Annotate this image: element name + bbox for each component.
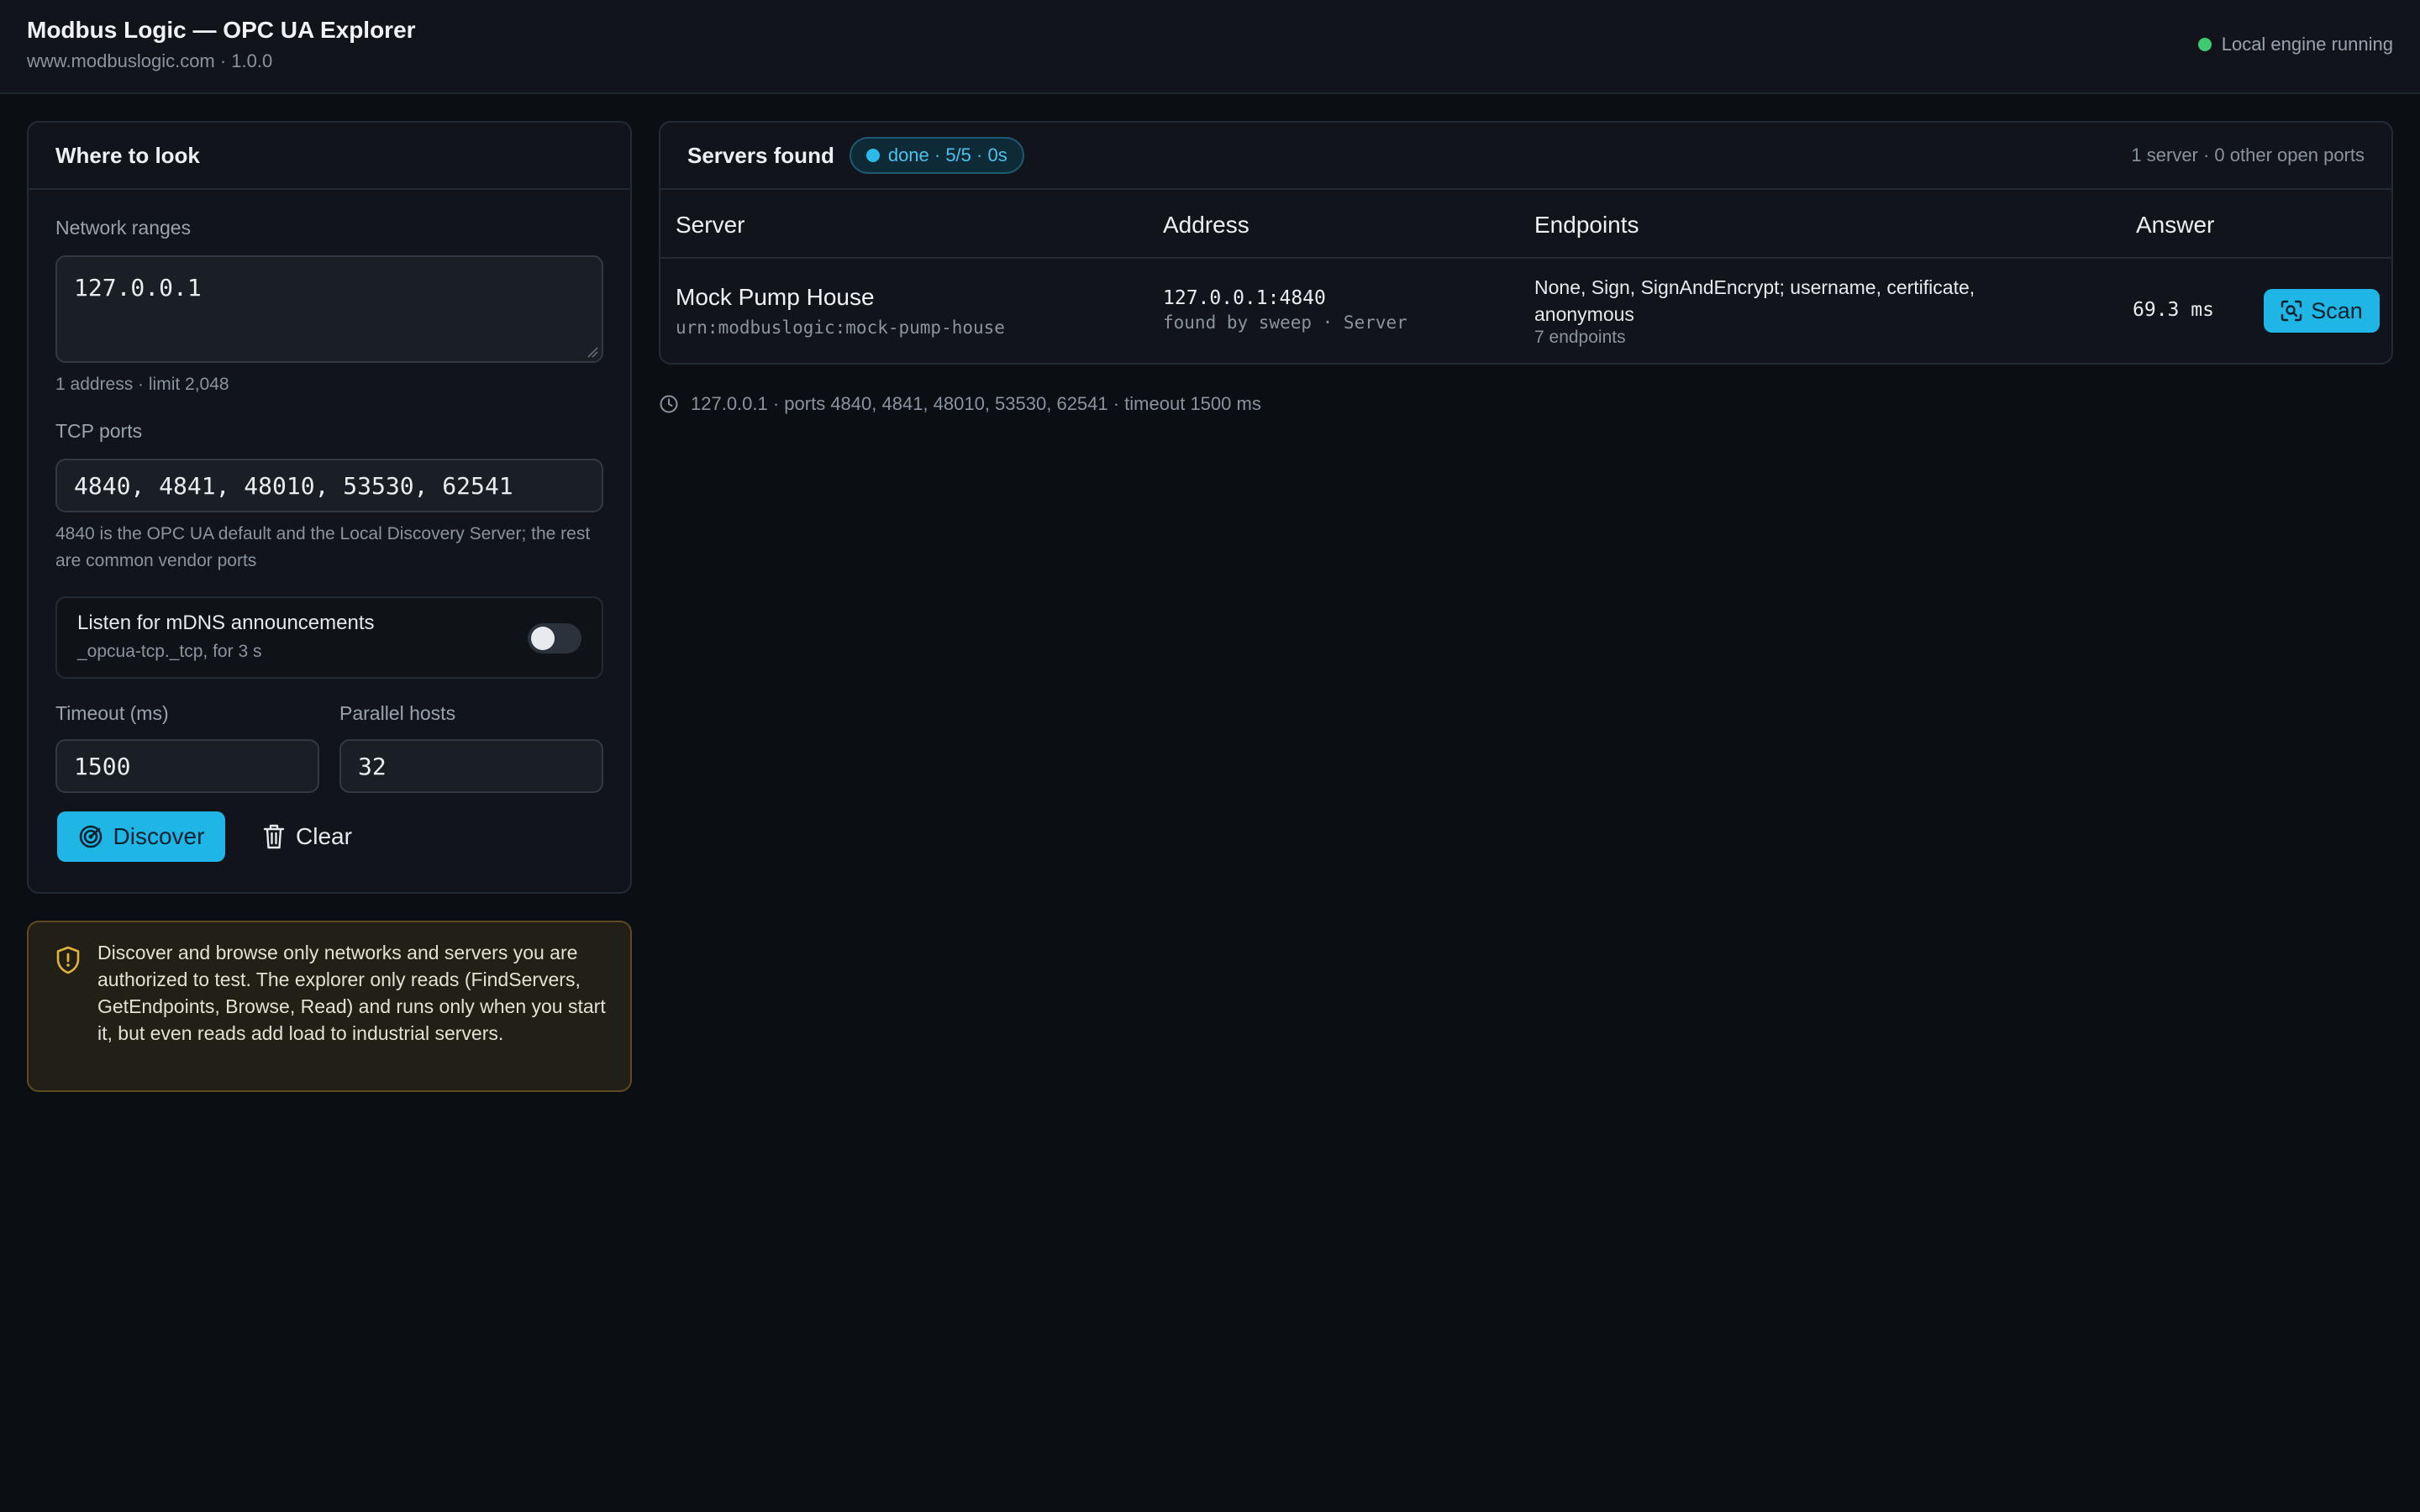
tcp-ports-input[interactable]: 4840, 4841, 48010, 53530, 62541 [55,459,603,512]
server-urn: urn:modbuslogic:mock-pump-house [676,318,1005,338]
server-endpoints: None, Sign, SignAndEncrypt; username, ce… [1534,276,1975,325]
mdns-option: Listen for mDNS announcements _opcua-tcp… [55,596,603,679]
clear-button[interactable]: Clear [252,811,362,862]
timeout-label: Timeout (ms) [55,702,169,724]
parallel-hosts-value: 32 [358,752,387,780]
server-address-source: found by sweep · Server [1163,312,1407,333]
server-name: Mock Pump House [676,284,875,310]
badge-dot-icon [865,149,880,162]
app-subtitle: www.modbuslogic.com · 1.0.0 [27,50,273,71]
network-ranges-label: Network ranges [55,217,192,239]
column-header-answer[interactable]: Answer [2136,212,2214,239]
status-badge-label: done · 5/5 · 0s [887,144,1007,165]
discover-label: Discover [113,823,205,849]
tcp-ports-hint: 4840 is the OPC UA default and the Local… [55,524,591,570]
search-panel: Where to look Network ranges 127.0.0.1 1… [27,121,632,894]
toggle-knob [531,627,555,650]
column-header-endpoints[interactable]: Endpoints [1534,212,1639,239]
scan-label: Scan [2311,297,2363,323]
tcp-ports-label: TCP ports [55,420,143,442]
tcp-ports-value: 4840, 4841, 48010, 53530, 62541 [74,471,513,500]
scan-status-text: 127.0.0.1 · ports 4840, 4841, 48010, 535… [691,393,1261,414]
results-summary: 1 server · 0 other open ports [2131,144,2365,165]
discover-button[interactable]: Discover [57,811,225,862]
mdns-title: Listen for mDNS announcements [77,612,375,634]
status-badge: done · 5/5 · 0s [849,137,1024,174]
servers-panel-title: Servers found [687,142,834,168]
parallel-hosts-label: Parallel hosts [339,702,456,724]
table-divider [660,257,2391,259]
server-endpoint-count: 7 endpoints [1534,328,1626,347]
app-header: Modbus Logic — OPC UA Explorer www.modbu… [0,0,2420,94]
servers-panel-header: Servers found done · 5/5 · 0s 1 server ·… [660,123,2391,190]
shield-alert-icon [56,946,80,974]
network-ranges-input[interactable]: 127.0.0.1 [55,255,603,363]
engine-status-label: Local engine running [2221,34,2393,55]
authorization-warning: Discover and browse only networks and se… [27,921,632,1092]
network-ranges-hint: 1 address · limit 2,048 [55,375,229,394]
search-panel-title: Where to look [55,142,200,168]
engine-status: Local engine running [2197,34,2393,55]
scan-status-line: 127.0.0.1 · ports 4840, 4841, 48010, 535… [659,393,1261,415]
radar-icon [79,825,102,848]
parallel-hosts-input[interactable]: 32 [339,739,603,793]
scan-button[interactable]: Scan [2264,289,2380,333]
timeout-input[interactable]: 1500 [55,739,319,793]
servers-panel: Servers found done · 5/5 · 0s 1 server ·… [659,121,2393,365]
network-ranges-value: 127.0.0.1 [74,274,202,302]
trash-icon [263,824,285,849]
status-dot-icon [2197,38,2212,51]
column-header-address[interactable]: Address [1163,212,1249,239]
search-panel-header: Where to look [29,123,630,190]
mdns-toggle[interactable] [528,623,581,654]
scan-icon [2281,300,2302,322]
clear-label: Clear [296,823,352,849]
column-header-server[interactable]: Server [676,212,744,239]
resize-handle-icon[interactable] [587,346,598,358]
warning-text: Discover and browse only networks and se… [97,942,606,1044]
mdns-subtitle: _opcua-tcp._tcp, for 3 s [77,642,262,661]
clock-icon [660,395,678,413]
timeout-value: 1500 [74,752,131,780]
app-title: Modbus Logic — OPC UA Explorer [27,17,416,43]
server-address: 127.0.0.1:4840 [1163,287,1326,309]
server-answer-time: 69.3 ms [2133,299,2214,321]
